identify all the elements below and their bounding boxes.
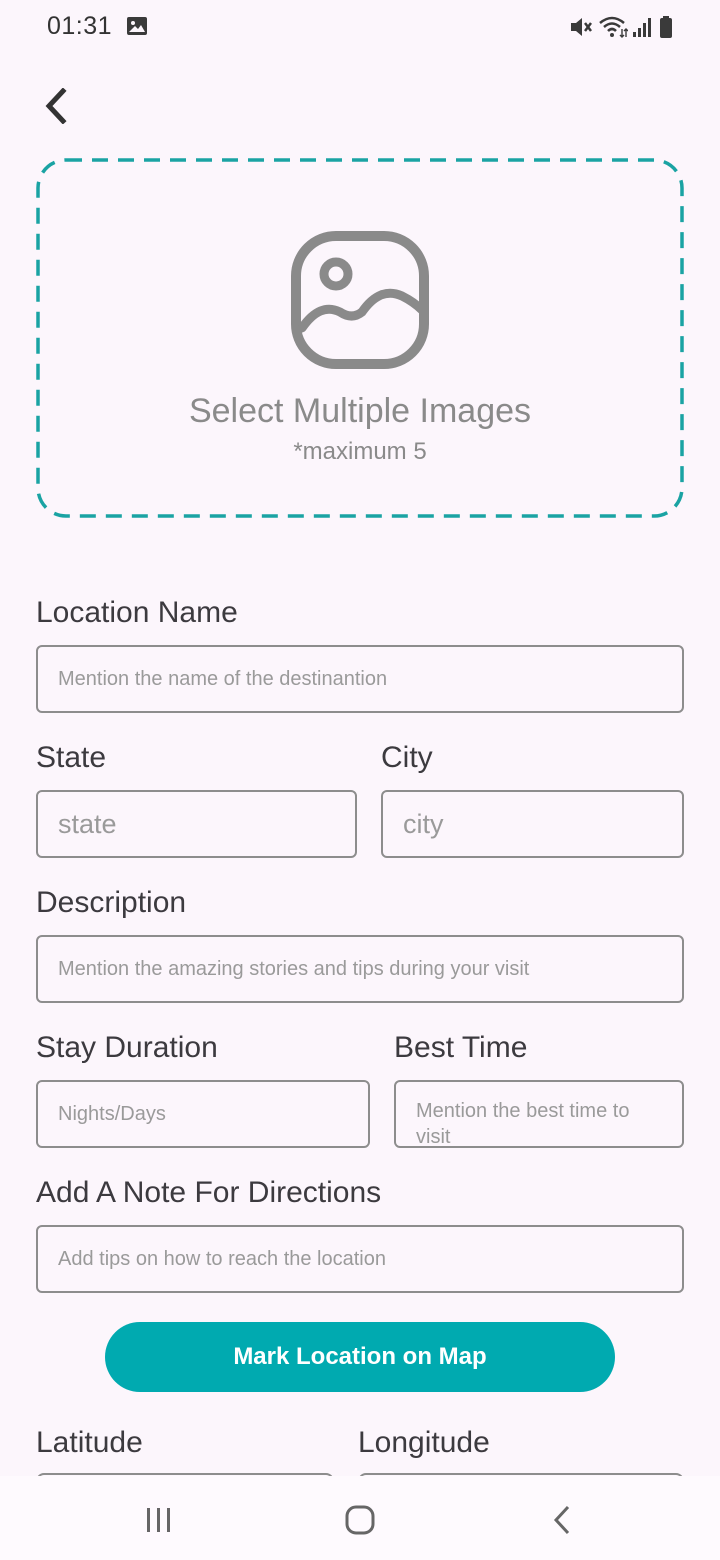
image-icon — [291, 231, 429, 369]
battery-icon — [660, 16, 672, 38]
description-label: Description — [36, 886, 187, 919]
location-name-label: Location Name — [36, 596, 238, 629]
system-back-button[interactable] — [540, 1500, 584, 1540]
home-button[interactable] — [338, 1500, 382, 1540]
recent-apps-button[interactable] — [137, 1500, 181, 1540]
mute-icon — [571, 18, 592, 36]
description-field[interactable]: Mention the amazing stories and tips dur… — [36, 935, 684, 1003]
city-label: City — [381, 741, 433, 774]
state-label: State — [36, 741, 107, 774]
stay-duration-label: Stay Duration — [36, 1031, 218, 1064]
recent-apps-icon — [147, 1508, 170, 1532]
signal-icon — [633, 18, 651, 37]
stay-duration-field[interactable]: Nights/Days — [36, 1080, 370, 1148]
status-icons — [568, 14, 674, 40]
back-button[interactable] — [34, 84, 78, 128]
status-bar: 01:31 — [0, 0, 720, 56]
wifi-icon — [599, 16, 628, 38]
directions-note-field[interactable]: Add tips on how to reach the location — [36, 1225, 684, 1293]
directions-note-label: Add A Note For Directions — [36, 1176, 382, 1209]
chevron-left-icon — [45, 88, 67, 124]
best-time-label: Best Time — [394, 1031, 528, 1064]
back-icon — [553, 1505, 570, 1535]
gallery-icon — [127, 17, 147, 35]
picker-title: Select Multiple Images — [188, 392, 532, 430]
best-time-field[interactable]: Mention the best time to visit — [394, 1080, 684, 1148]
system-nav-bar — [0, 1476, 720, 1560]
mark-location-button[interactable]: Mark Location on Map — [105, 1322, 615, 1392]
city-field[interactable]: city — [381, 790, 684, 858]
location-name-field[interactable]: Mention the name of the destinantion — [36, 645, 684, 713]
latitude-label: Latitude — [36, 1426, 143, 1459]
picker-subtitle: *maximum 5 — [293, 438, 427, 465]
longitude-label: Longitude — [358, 1426, 490, 1459]
status-time: 01:31 — [47, 12, 113, 40]
home-icon — [345, 1505, 375, 1535]
state-field[interactable]: state — [36, 790, 357, 858]
